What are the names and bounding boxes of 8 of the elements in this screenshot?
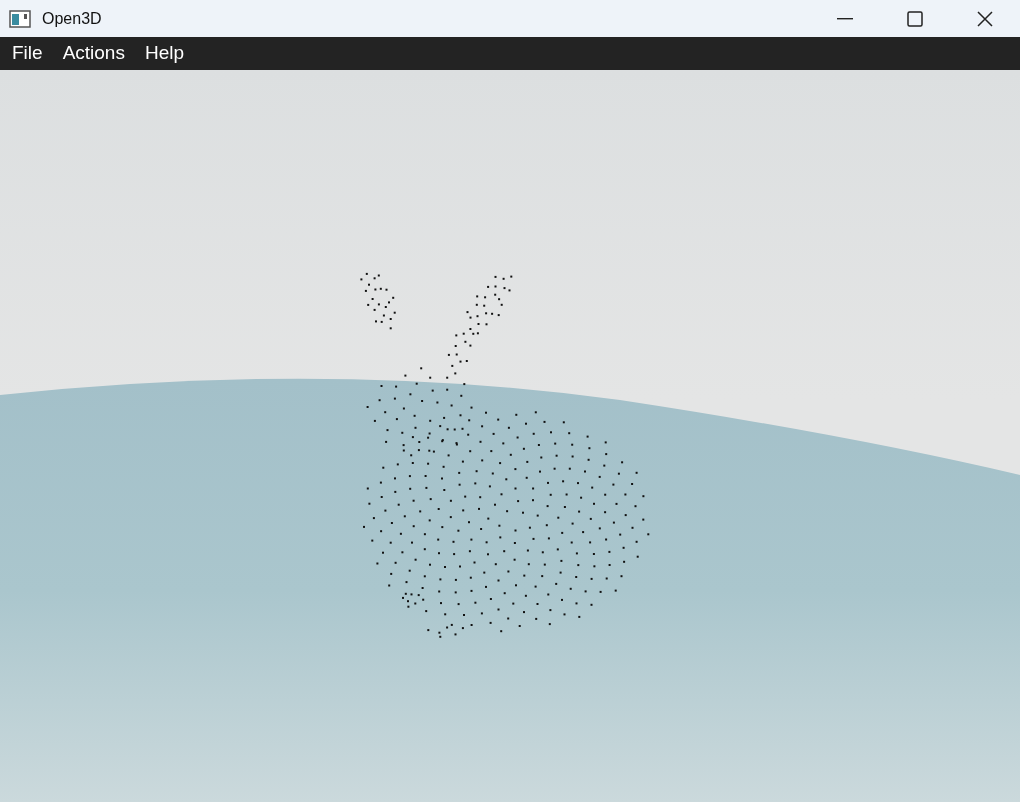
maximize-icon — [907, 10, 923, 27]
menu-item[interactable]: Help — [134, 37, 194, 70]
menu-item[interactable]: Actions — [52, 37, 135, 70]
minimize-icon — [837, 17, 853, 20]
menu-item[interactable]: File — [2, 37, 53, 70]
window-title: Open3D — [42, 8, 102, 29]
close-icon — [977, 10, 993, 27]
app-icon — [9, 9, 31, 28]
